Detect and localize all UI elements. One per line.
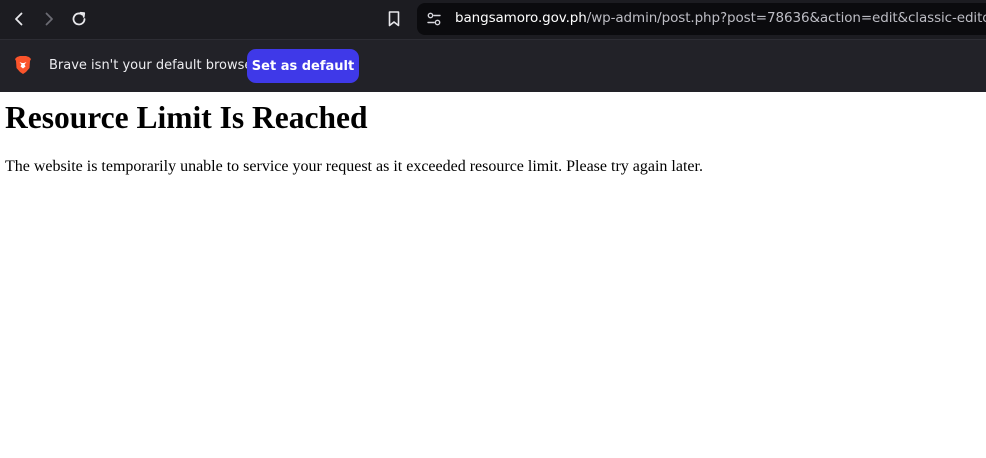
reload-icon: [72, 11, 86, 26]
url-host: bangsamoro.gov.ph: [455, 10, 587, 26]
back-button[interactable]: [5, 5, 33, 33]
reload-button[interactable]: [65, 5, 93, 33]
error-message: The website is temporarily unable to ser…: [5, 158, 703, 175]
brave-lion-icon: [14, 55, 32, 75]
bookmark-button[interactable]: [380, 5, 408, 33]
bookmark-icon: [388, 11, 400, 27]
tune-icon: [427, 12, 441, 26]
chevron-right-icon: [45, 12, 53, 26]
set-as-default-button[interactable]: Set as default: [247, 49, 359, 83]
forward-button[interactable]: [35, 5, 63, 33]
url-text[interactable]: bangsamoro.gov.ph/wp-admin/post.php?post…: [455, 10, 986, 26]
browser-toolbar: bangsamoro.gov.ph/wp-admin/post.php?post…: [0, 0, 986, 39]
page-content: Resource Limit Is Reached The website is…: [0, 92, 986, 458]
infobar-message: Brave isn't your default browser: [49, 58, 258, 73]
page-title: Resource Limit Is Reached: [5, 100, 368, 135]
chevron-left-icon: [15, 12, 23, 26]
site-info-button[interactable]: [424, 9, 444, 29]
url-path: /wp-admin/post.php?post=78636&action=edi…: [586, 10, 986, 26]
